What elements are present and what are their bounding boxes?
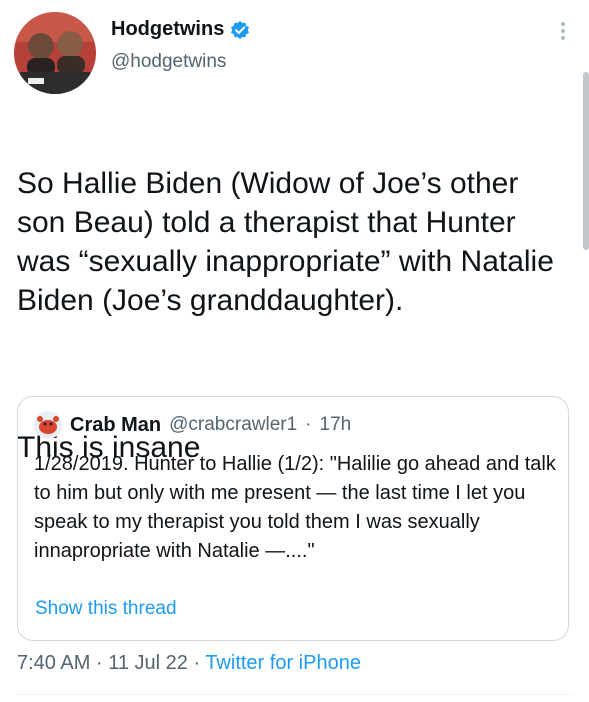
quoted-author-avatar [34, 411, 62, 439]
quoted-tweet-card[interactable]: Crab Man @crabcrawler1 · 17h 1/28/2019. … [17, 396, 569, 641]
quoted-separator: · [305, 414, 312, 435]
quoted-tweet-header: Crab Man @crabcrawler1 · 17h [34, 411, 351, 439]
meta-separator-2: · [193, 652, 201, 674]
author-avatar[interactable] [14, 12, 96, 94]
tweet-metadata: 7:40 AM · 11 Jul 22 · Twitter for iPhone [17, 652, 361, 675]
tweet-time[interactable]: 7:40 AM [17, 652, 90, 674]
more-options-icon[interactable] [561, 22, 567, 40]
author-name[interactable]: Hodgetwins [111, 18, 224, 41]
quoted-author-handle: @crabcrawler1 [169, 414, 298, 435]
meta-separator-1: · [95, 652, 103, 674]
author-handle[interactable]: @hodgetwins [111, 51, 226, 73]
divider [17, 694, 572, 695]
tweet-paragraph-1: So Hallie Biden (Widow of Joe’s other so… [17, 167, 563, 317]
scrollbar[interactable] [583, 72, 589, 250]
quoted-tweet-text: 1/28/2019. Hunter to Hallie (1/2): "Hali… [34, 453, 556, 562]
show-thread-link[interactable]: Show this thread [35, 598, 177, 620]
quoted-author-name: Crab Man [70, 413, 162, 436]
author-name-row[interactable]: Hodgetwins [111, 18, 250, 41]
tweet-source-link[interactable]: Twitter for iPhone [205, 652, 361, 674]
quoted-tweet-time: 17h [319, 414, 352, 435]
tweet-date[interactable]: 11 Jul 22 [108, 652, 188, 674]
verified-badge-icon [230, 20, 250, 40]
